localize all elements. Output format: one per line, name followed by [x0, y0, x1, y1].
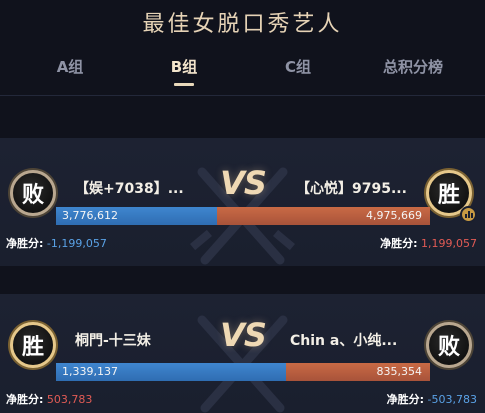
score-bar: 1,339,137 835,354 [56, 363, 430, 381]
vs-label: VS [220, 316, 267, 354]
vs-label: VS [220, 164, 267, 202]
left-score: 1,339,137 [62, 365, 118, 378]
left-contestant-name[interactable]: 【娱+7038】... [75, 178, 184, 198]
match-card[interactable]: VS 胜 桐門-十三妹 Chin a、小纯... 败 1,339,137 835… [0, 294, 485, 413]
right-result-badge: 败 [426, 322, 472, 368]
net-score-value: 1,199,057 [421, 237, 477, 250]
tab-group-b-label: B组 [170, 58, 198, 76]
left-result-badge: 胜 [10, 322, 56, 368]
net-score-value: 503,783 [46, 393, 93, 406]
left-net-score: 净胜分: -1,199,057 [6, 235, 107, 251]
net-score-label: 净胜分: [6, 393, 44, 406]
right-score: 835,354 [376, 365, 423, 378]
right-net-score: 净胜分: -503,783 [387, 391, 477, 407]
net-score-label: 净胜分: [386, 393, 425, 406]
tab-group-c[interactable]: C组 [248, 56, 348, 77]
left-score: 3,776,612 [62, 209, 118, 222]
tab-group-b[interactable]: B组 [134, 56, 234, 86]
score-bar: 3,776,612 4,975,669 [56, 207, 430, 225]
right-contestant-name[interactable]: 【心悦】9795... [296, 178, 407, 198]
tab-group-a[interactable]: A组 [20, 56, 120, 77]
tab-divider [0, 95, 485, 96]
net-score-label: 净胜分: [380, 237, 418, 250]
right-contestant-name[interactable]: Chin a、小纯... [290, 330, 397, 350]
net-score-label: 净胜分: [6, 237, 44, 250]
bar-chart-icon [460, 206, 477, 223]
left-result-badge: 败 [10, 170, 56, 216]
left-net-score: 净胜分: 503,783 [6, 391, 92, 407]
active-tab-underline [174, 83, 194, 86]
page-title: 最佳女脱口秀艺人 [142, 12, 343, 37]
left-contestant-name[interactable]: 桐門-十三妹 [75, 330, 151, 350]
match-card[interactable]: VS 败 【娱+7038】... 【心悦】9795... 胜 3,776,612… [0, 138, 485, 266]
tab-total-ranking[interactable]: 总积分榜 [363, 56, 463, 77]
net-score-value: -1,199,057 [46, 237, 107, 250]
right-net-score: 净胜分: 1,199,057 [380, 235, 477, 251]
tab-bar: A组 B组 C组 总积分榜 [0, 50, 485, 92]
net-score-value: -503,783 [427, 393, 477, 406]
right-score: 4,975,669 [366, 209, 422, 222]
